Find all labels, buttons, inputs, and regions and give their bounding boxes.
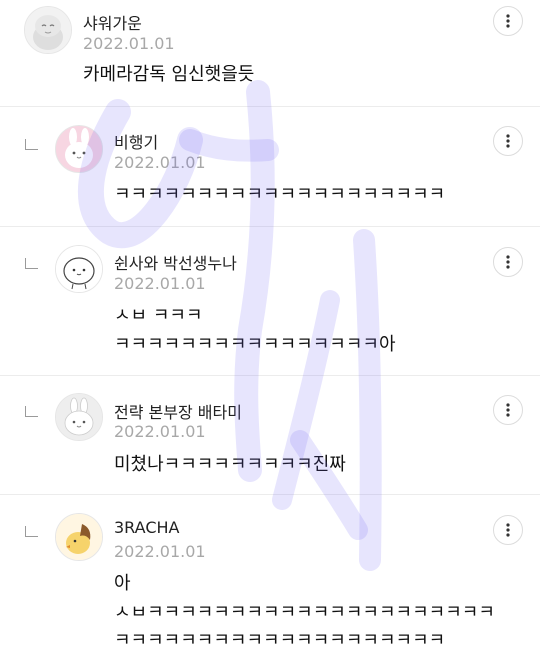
yellow-chick-icon[interactable] <box>55 513 103 561</box>
comment-author[interactable]: 쉰사와 박선생누나 <box>114 250 237 274</box>
white-rabbit-icon[interactable] <box>55 393 103 441</box>
comment-date: 2022.01.01 <box>114 542 206 561</box>
comment-text: 미쳤나ㅋㅋㅋㅋㅋㅋㅋㅋㅋ진짜 <box>114 454 346 475</box>
gray-rabbit-icon[interactable] <box>24 6 72 54</box>
comment-text: ㅋㅋㅋㅋㅋㅋㅋㅋㅋㅋㅋㅋㅋㅋㅋㅋㅋㅋㅋㅋ <box>114 184 446 205</box>
comment-author[interactable]: 샤워가운 <box>83 10 142 34</box>
reply-indent-icon <box>25 139 38 150</box>
comment-text: 아 <box>114 573 131 594</box>
comment-date: 2022.01.01 <box>83 34 175 53</box>
more-options-button[interactable] <box>493 6 523 36</box>
more-options-button[interactable] <box>493 126 523 156</box>
reply-item: 전략 본부장 배타미 2022.01.01 미쳤나ㅋㅋㅋㅋㅋㅋㅋㅋㅋ진짜 <box>0 376 540 495</box>
comment-date: 2022.01.01 <box>114 274 206 293</box>
reply-item: 3RACHA 2022.01.01 아 ㅅㅂㅋㅋㅋㅋㅋㅋㅋㅋㅋㅋㅋㅋㅋㅋㅋㅋㅋㅋ… <box>0 495 540 660</box>
reply-indent-icon <box>25 258 38 269</box>
comment-date: 2022.01.01 <box>114 422 206 441</box>
more-vertical-icon <box>506 523 510 537</box>
more-vertical-icon <box>506 403 510 417</box>
more-options-button[interactable] <box>493 247 523 277</box>
reply-indent-icon <box>25 526 38 537</box>
more-options-button[interactable] <box>493 395 523 425</box>
comment-author[interactable]: 비행기 <box>114 129 158 153</box>
reply-indent-icon <box>25 406 38 417</box>
white-blob-icon[interactable] <box>55 245 103 293</box>
comment-text: 카메라감독 임신햇을듯 <box>83 64 255 85</box>
comment-date: 2022.01.01 <box>114 153 206 172</box>
comment-text: ㅋㅋㅋㅋㅋㅋㅋㅋㅋㅋㅋㅋㅋㅋㅋㅋ아 <box>114 334 396 355</box>
comment-author[interactable]: 전략 본부장 배타미 <box>114 399 242 423</box>
more-vertical-icon <box>506 255 510 269</box>
reply-item: 쉰사와 박선생누나 2022.01.01 ㅅㅂ ㅋㅋㅋ ㅋㅋㅋㅋㅋㅋㅋㅋㅋㅋㅋㅋ… <box>0 227 540 376</box>
comment-text: ㅅㅂㅋㅋㅋㅋㅋㅋㅋㅋㅋㅋㅋㅋㅋㅋㅋㅋㅋㅋㅋㅋㅋ <box>114 602 495 623</box>
comment-list: 샤워가운 2022.01.01 카메라감독 임신햇을듯 비행기 2022.01.… <box>0 0 540 660</box>
pink-rabbit-icon[interactable] <box>55 125 103 173</box>
more-vertical-icon <box>506 14 510 28</box>
more-vertical-icon <box>506 134 510 148</box>
more-options-button[interactable] <box>493 515 523 545</box>
reply-item: 비행기 2022.01.01 ㅋㅋㅋㅋㅋㅋㅋㅋㅋㅋㅋㅋㅋㅋㅋㅋㅋㅋㅋㅋ <box>0 107 540 227</box>
comment-author[interactable]: 3RACHA <box>114 518 179 537</box>
comment-text: ㅋㅋㅋㅋㅋㅋㅋㅋㅋㅋㅋㅋㅋㅋㅋㅋㅋㅋㅋㅋ <box>114 630 446 651</box>
comment-text: ㅅㅂ ㅋㅋㅋ <box>114 305 203 326</box>
comment-item: 샤워가운 2022.01.01 카메라감독 임신햇을듯 <box>0 0 540 107</box>
